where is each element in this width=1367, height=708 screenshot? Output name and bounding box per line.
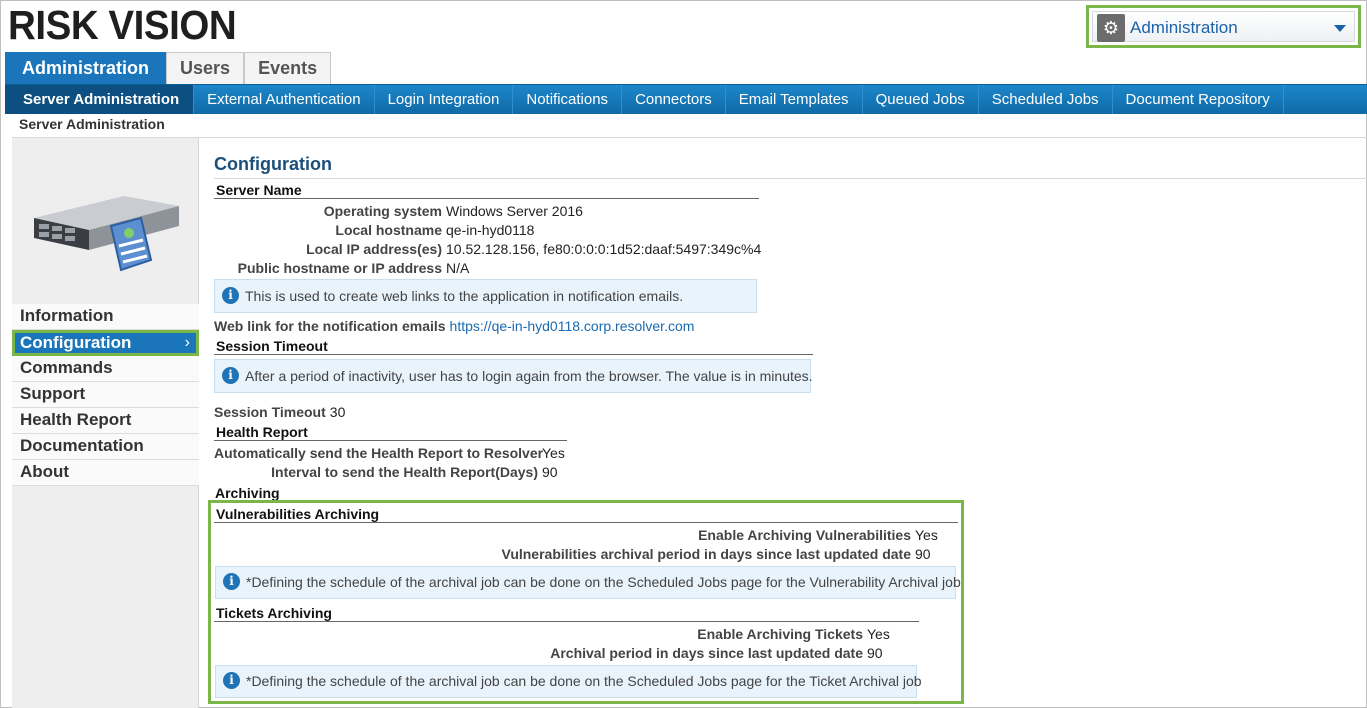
gear-icon: ⚙ [1097, 14, 1125, 42]
sidebar-item-label: Support [20, 384, 86, 403]
info-notification-links: i This is used to create web links to th… [214, 279, 757, 313]
tab-administration[interactable]: Administration [5, 52, 167, 84]
section-archiving: Archiving [215, 485, 280, 501]
sidebar-item-label: Configuration [20, 333, 132, 352]
subnav-server-administration[interactable]: Server Administration [5, 85, 195, 114]
top-tabs: Administration Users Events [5, 52, 332, 84]
sidebar-item-label: Health Report [20, 410, 132, 429]
sidebar-item-configuration[interactable]: Configuration › [12, 330, 199, 356]
sidebar-item-label: Information [20, 306, 114, 325]
field-auto-send-health: Automatically send the Health Report to … [214, 445, 565, 461]
page-title: Configuration [214, 154, 332, 174]
sidebar-item-information[interactable]: Information [12, 304, 199, 330]
field-tickets-period: Archival period in days since last updat… [550, 645, 883, 661]
divider [214, 178, 1367, 179]
field-local-hostname: Local hostname qe-in-hyd0118 [335, 222, 535, 238]
section-server-name: Server Name [214, 182, 759, 199]
sidebar-item-label: Commands [20, 358, 113, 377]
info-ticket-archival: i *Defining the schedule of the archival… [215, 665, 922, 698]
chevron-right-icon: › [184, 334, 190, 351]
risk-vision-logo: RISK VISION [8, 2, 237, 48]
sidebar-item-about[interactable]: About [12, 460, 199, 486]
chevron-down-icon[interactable] [1334, 25, 1346, 32]
subnav-login-integration[interactable]: Login Integration [375, 85, 514, 114]
sidebar-item-label: About [20, 462, 70, 481]
info-icon: i [222, 287, 239, 304]
tab-users[interactable]: Users [166, 52, 245, 84]
subnav-scheduled-jobs[interactable]: Scheduled Jobs [979, 85, 1113, 114]
info-icon: i [222, 367, 239, 384]
subnav-document-repository[interactable]: Document Repository [1113, 85, 1284, 114]
web-link[interactable]: https://qe-in-hyd0118.corp.resolver.com [450, 318, 695, 334]
divider [12, 137, 1367, 138]
subnav-email-templates[interactable]: Email Templates [726, 85, 863, 114]
section-tickets-archiving: Tickets Archiving [214, 605, 919, 622]
info-vulnerability-archival: i *Defining the schedule of the archival… [215, 566, 961, 599]
info-session-timeout: i After a period of inactivity, user has… [214, 359, 813, 393]
tab-events[interactable]: Events [244, 52, 332, 84]
sidebar-item-label: Documentation [20, 436, 144, 455]
field-enable-archiving-vulnerabilities: Enable Archiving Vulnerabilities Yes [698, 527, 938, 543]
module-selector-value: Administration [1130, 18, 1238, 37]
field-health-interval: Interval to send the Health Report(Days)… [271, 464, 558, 480]
section-session-timeout: Session Timeout [214, 338, 813, 355]
sidebar-item-health-report[interactable]: Health Report [12, 408, 199, 434]
field-session-timeout: Session Timeout 30 [214, 404, 346, 420]
field-vulnerabilities-period: Vulnerabilities archival period in days … [501, 546, 931, 562]
info-icon: i [223, 573, 240, 590]
info-icon: i [223, 672, 240, 689]
breadcrumb: Server Administration [19, 116, 165, 132]
section-vulnerabilities-archiving: Vulnerabilities Archiving [214, 506, 958, 523]
field-local-ip: Local IP address(es) 10.52.128.156, fe80:… [306, 241, 762, 257]
server-icon [34, 196, 179, 272]
sub-navigation: Server Administration External Authentic… [5, 84, 1367, 114]
section-health-report: Health Report [214, 424, 567, 441]
subnav-external-authentication[interactable]: External Authentication [194, 85, 375, 114]
sidebar-item-documentation[interactable]: Documentation [12, 434, 199, 460]
sidebar-item-support[interactable]: Support [12, 382, 199, 408]
sidebar-item-commands[interactable]: Commands [12, 356, 199, 382]
subnav-queued-jobs[interactable]: Queued Jobs [863, 85, 979, 114]
field-web-link: Web link for the notification emails http… [214, 318, 695, 334]
field-enable-archiving-tickets: Enable Archiving Tickets Yes [697, 626, 890, 642]
subnav-notifications[interactable]: Notifications [513, 85, 623, 114]
field-public-hostname: Public hostname or IP address N/A [237, 260, 470, 276]
module-selector[interactable]: ⚙ Administration [1086, 5, 1361, 48]
subnav-connectors[interactable]: Connectors [622, 85, 726, 114]
field-operating-system: Operating system Windows Server 2016 [323, 203, 583, 219]
sidebar: Information Configuration › Commands Supp… [12, 138, 199, 708]
